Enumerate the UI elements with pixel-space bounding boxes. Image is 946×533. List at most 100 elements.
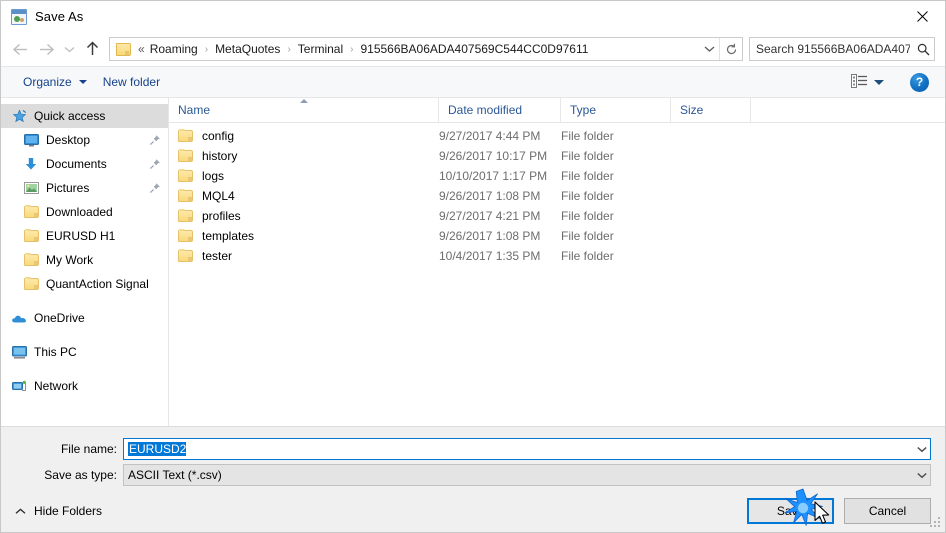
breadcrumb-overflow-icon[interactable]: « [136,42,147,56]
folder-icon [178,209,193,222]
sidebar-item-label: OneDrive [34,311,85,325]
breadcrumb-item-terminal[interactable]: Terminal [295,40,346,58]
table-row[interactable]: history 9/26/2017 10:17 PM File folder [169,146,945,166]
forward-arrow-icon[interactable] [33,36,59,62]
title-bar: Save As [1,1,945,32]
sidebar-item-quantaction-signal[interactable]: QuantAction Signal [1,272,168,296]
close-icon[interactable] [899,1,945,31]
folder-icon [178,249,193,262]
sidebar-item-network[interactable]: Network [1,374,168,398]
dialog-button-bar: Hide Folders Save Cancel [1,490,945,532]
organize-label: Organize [23,75,72,89]
sidebar-item-quick-access[interactable]: Quick access [1,104,168,128]
save-as-type-label: Save as type: [44,468,117,482]
file-type-cell: File folder [561,249,614,263]
table-row[interactable]: tester 10/4/2017 1:35 PM File folder [169,246,945,266]
sidebar-item-downloaded[interactable]: Downloaded [1,200,168,224]
sidebar-item-this-pc[interactable]: This PC [1,340,168,364]
sidebar-item-pictures[interactable]: Pictures [1,176,168,200]
sidebar-item-desktop[interactable]: Desktop [1,128,168,152]
file-type-cell: File folder [561,129,614,143]
back-arrow-icon[interactable] [7,36,33,62]
table-row[interactable]: logs 10/10/2017 1:17 PM File folder [169,166,945,186]
sidebar-item-eurusd-h1[interactable]: EURUSD H1 [1,224,168,248]
column-header-date-modified[interactable]: Date modified [439,98,561,122]
file-name-value-wrapper[interactable]: EURUSD2 [124,442,913,456]
pin-icon[interactable] [148,181,162,195]
breadcrumb-item-roaming[interactable]: Roaming [147,40,201,58]
view-mode-button[interactable] [847,71,888,94]
folder-icon [23,252,39,268]
file-type-cell: File folder [561,209,614,223]
pin-icon[interactable] [148,133,162,147]
hide-folders-button[interactable]: Hide Folders [13,500,104,522]
sidebar-item-label: Downloaded [46,205,113,219]
table-row[interactable]: MQL4 9/26/2017 1:08 PM File folder [169,186,945,206]
save-button[interactable]: Save [747,498,834,524]
breadcrumb-item-metaquotes[interactable]: MetaQuotes [212,40,283,58]
breadcrumb-separator-icon: › [287,43,291,55]
address-folder-icon [116,42,131,56]
pin-icon[interactable] [148,157,162,171]
search-icon[interactable] [912,38,934,60]
table-row[interactable]: templates 9/26/2017 1:08 PM File folder [169,226,945,246]
search-input[interactable] [750,42,912,56]
file-list: config 9/27/2017 4:44 PM File folder his… [169,123,945,426]
up-arrow-icon[interactable] [79,36,105,62]
hide-folders-label: Hide Folders [34,504,103,518]
navigation-bar: « Roaming › MetaQuotes › Terminal › 9155… [1,32,945,66]
file-name-cell: config [169,129,439,143]
cancel-button[interactable]: Cancel [844,498,931,524]
folder-icon [23,228,39,244]
table-row[interactable]: config 9/27/2017 4:44 PM File folder [169,126,945,146]
column-header-type[interactable]: Type [561,98,671,122]
file-name-label: tester [202,249,233,263]
download-arrow-icon [23,156,39,172]
sidebar-item-documents[interactable]: Documents [1,152,168,176]
column-header-name[interactable]: Name [169,98,439,122]
file-date-cell: 9/26/2017 1:08 PM [439,189,541,203]
file-name-cell: tester [169,249,439,263]
new-folder-button[interactable]: New folder [95,71,168,93]
save-as-type-chevron-down-icon[interactable] [913,465,930,485]
sidebar-item-my-work[interactable]: My Work [1,248,168,272]
command-bar-right: ? [847,71,937,94]
breadcrumb-item-terminal-id[interactable]: 915566BA06ADA407569C544CC0D97611 [357,40,591,58]
breadcrumb-separator-icon: › [350,43,354,55]
file-name-label: templates [202,229,255,243]
save-as-type-row: Save as type: ASCII Text (*.csv) [1,464,945,486]
file-name-label: profiles [202,209,241,223]
refresh-icon[interactable] [719,38,742,60]
file-name-combobox[interactable]: EURUSD2 [123,438,931,460]
column-header-filler [751,98,945,122]
column-header-size[interactable]: Size [671,98,751,122]
sidebar-item-onedrive[interactable]: OneDrive [1,306,168,330]
cloud-icon [11,310,27,326]
file-date-cell: 9/27/2017 4:44 PM [439,129,541,143]
save-as-type-combobox[interactable]: ASCII Text (*.csv) [123,464,931,486]
sidebar-item-label: Desktop [46,133,91,147]
search-box[interactable] [749,37,935,61]
file-name-cell: MQL4 [169,189,439,203]
file-name-chevron-down-icon[interactable] [913,439,930,459]
address-bar[interactable]: « Roaming › MetaQuotes › Terminal › 9155… [109,37,743,61]
organize-button[interactable]: Organize [15,71,95,93]
sort-ascending-icon [299,99,308,103]
file-date-cell: 9/26/2017 1:08 PM [439,229,541,243]
dialog-body: Quick access Desktop Documents Pictures … [1,98,945,426]
view-mode-icon [851,73,868,91]
help-button[interactable]: ? [910,72,929,92]
file-type-cell: File folder [561,189,614,203]
table-row[interactable]: profiles 9/27/2017 4:21 PM File folder [169,206,945,226]
file-name-input[interactable]: EURUSD2 [128,442,187,456]
sidebar-item-label: Documents [46,157,107,171]
chevron-down-icon [78,80,87,84]
recent-locations-chevron-icon[interactable] [59,36,79,62]
sidebar-item-label: EURUSD H1 [46,229,116,243]
file-name-row: File name: EURUSD2 [1,438,945,460]
monitor-icon [23,132,39,148]
sidebar-item-label: This PC [34,345,77,359]
address-chevron-down-icon[interactable] [699,38,719,60]
sidebar-item-label: Pictures [46,181,90,195]
